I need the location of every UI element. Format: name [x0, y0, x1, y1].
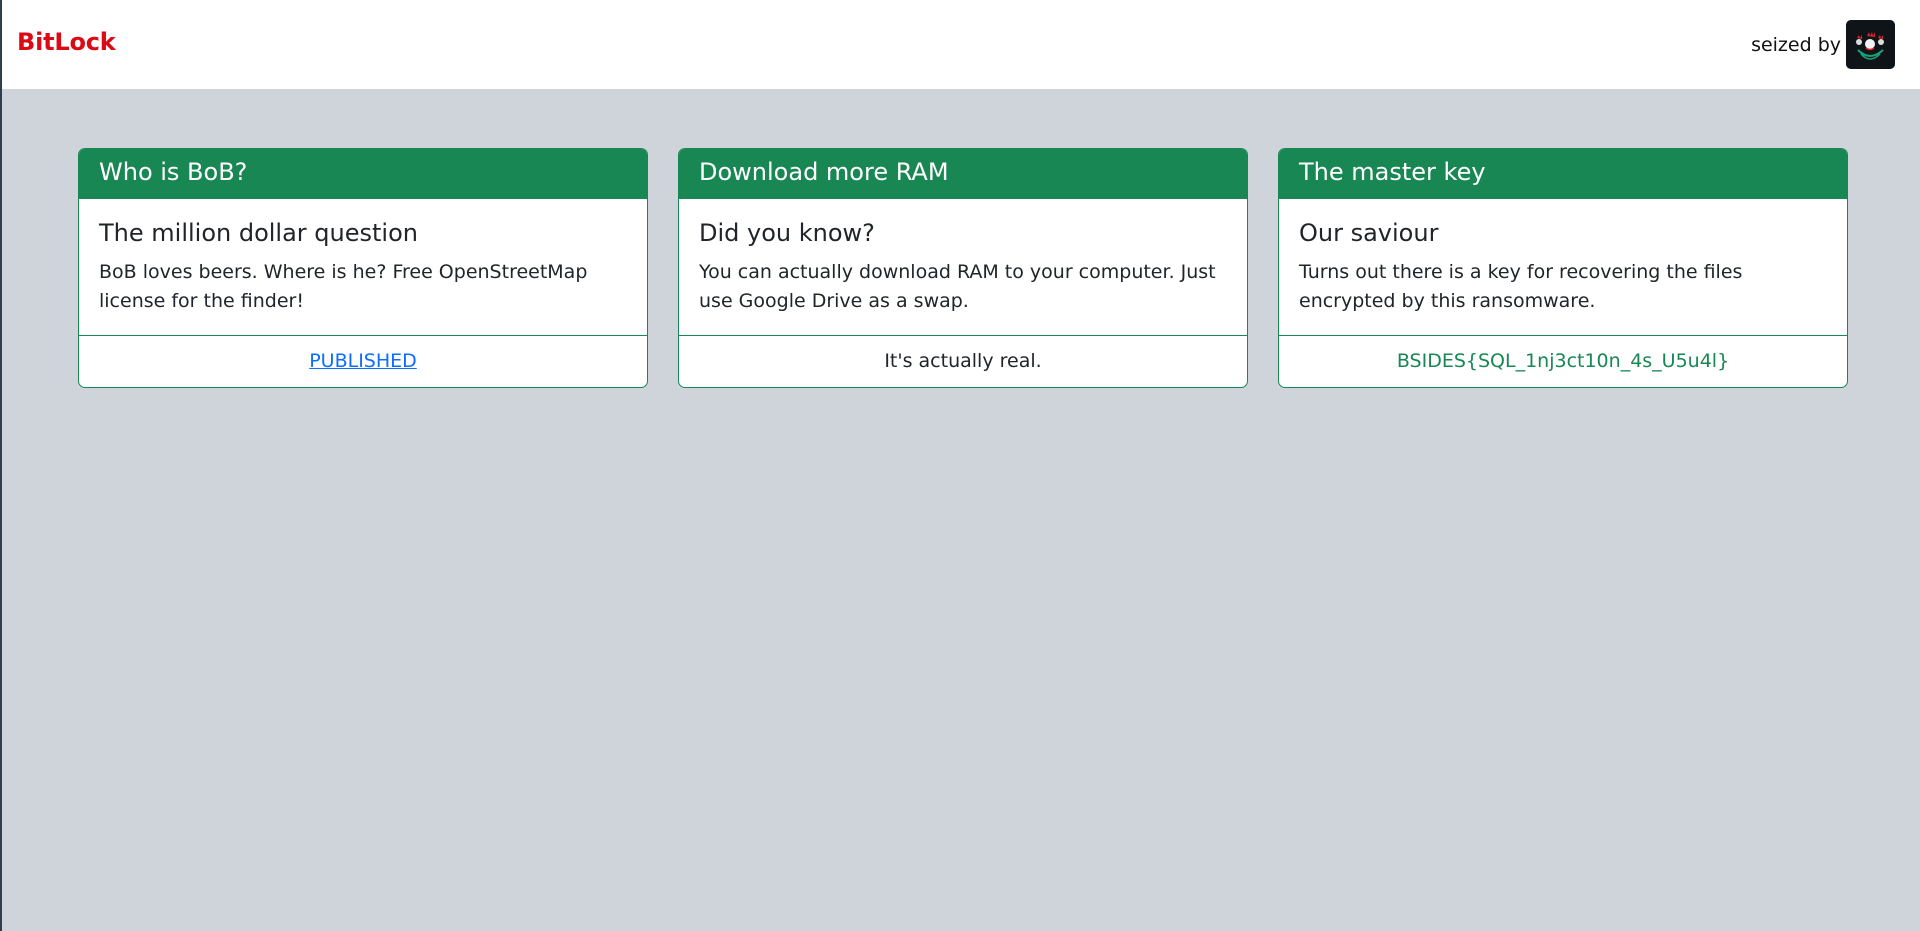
- card-title: The million dollar question: [99, 219, 418, 247]
- card-text: Turns out there is a key for recovering …: [1299, 261, 1743, 312]
- master-key-flag: BSIDES{SQL_1nj3ct10n_4s_U5u4l}: [1396, 349, 1730, 372]
- card-text: BoB loves beers. Where is he? Free OpenS…: [99, 261, 588, 312]
- card-body: Our saviour Turns out there is a key for…: [1279, 199, 1847, 336]
- card-body: Did you know? You can actually download …: [679, 199, 1247, 336]
- seized-by-label: seized by: [1751, 33, 1841, 56]
- card-header: The master key: [1279, 149, 1847, 199]
- card-master-key: The master key Our saviour Turns out the…: [1278, 148, 1848, 388]
- published-link[interactable]: PUBLISHED: [309, 350, 417, 372]
- card-footer-text: It's actually real.: [884, 349, 1042, 372]
- card-body: The million dollar question BoB loves be…: [79, 199, 647, 336]
- card-header: Download more RAM: [679, 149, 1247, 199]
- navbar: BitLock seized by: [2, 0, 1920, 89]
- card-download-more-ram: Download more RAM Did you know? You can …: [678, 148, 1248, 388]
- card-footer: It's actually real.: [679, 336, 1247, 387]
- card-footer: BSIDES{SQL_1nj3ct10n_4s_U5u4l}: [1279, 336, 1847, 387]
- seized-by-badge: seized by: [1751, 20, 1895, 69]
- card-title: Our saviour: [1299, 219, 1439, 247]
- brand-logo-text[interactable]: BitLock: [17, 28, 116, 56]
- card-text: You can actually download RAM to your co…: [699, 261, 1216, 312]
- card-title: Did you know?: [699, 219, 875, 247]
- card-who-is-bob: Who is BoB? The million dollar question …: [78, 148, 648, 388]
- card-footer: PUBLISHED: [79, 336, 647, 387]
- card-grid: Who is BoB? The million dollar question …: [78, 148, 1848, 388]
- rooster-logo-icon: [1846, 20, 1895, 69]
- card-header: Who is BoB?: [79, 149, 647, 199]
